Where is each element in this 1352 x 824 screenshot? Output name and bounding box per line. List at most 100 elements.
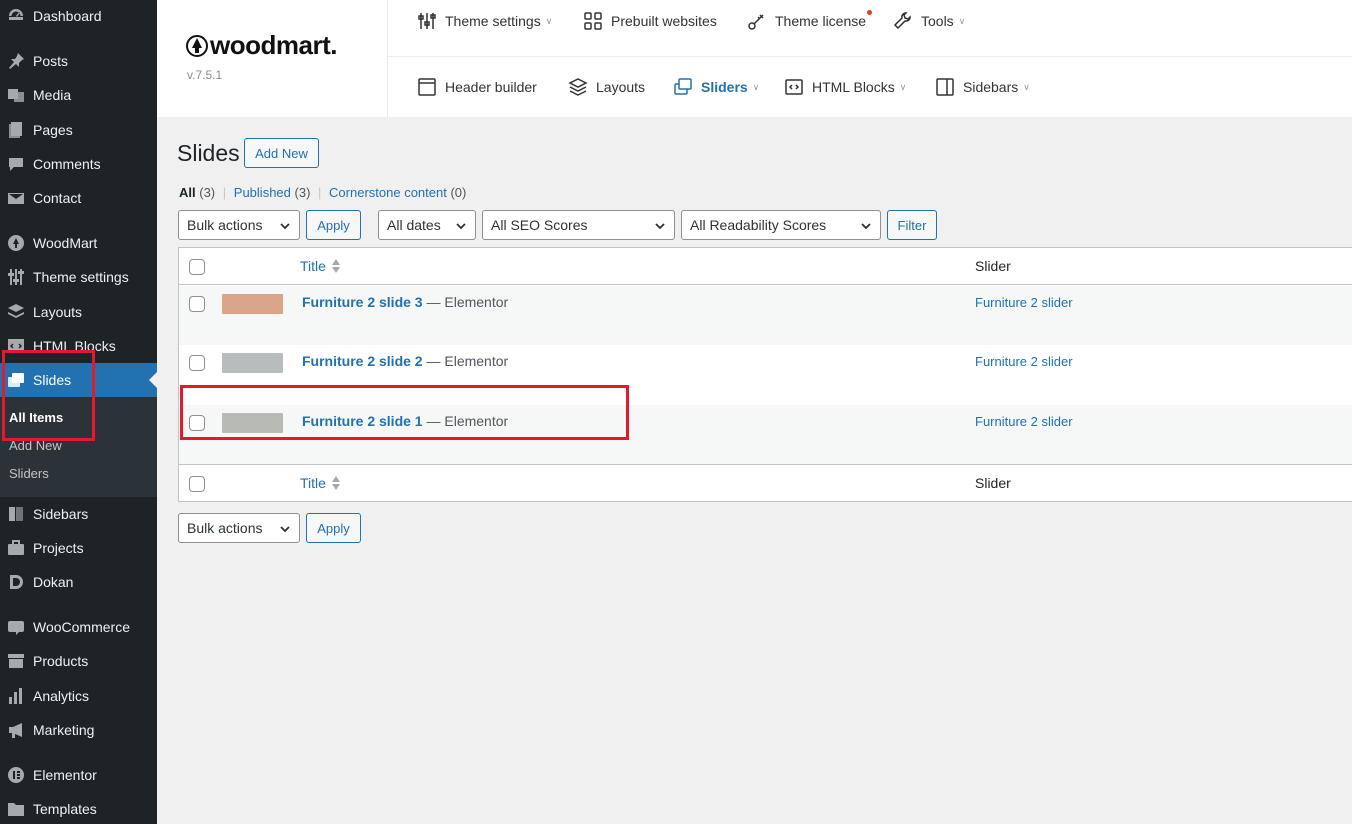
sidebar-item-label: Comments	[33, 156, 101, 172]
sidebar-item-elementor[interactable]: Elementor	[0, 758, 157, 792]
select-all-checkbox[interactable]	[189, 259, 205, 275]
pages-icon	[6, 120, 26, 140]
sidebar-item-analytics[interactable]: Analytics	[0, 679, 157, 713]
submenu-item-add-new[interactable]: Add New	[9, 438, 62, 453]
dokan-icon	[6, 572, 26, 592]
admin-sidebar: Dashboard Posts Media Pages Comments Contact W…	[0, 0, 157, 824]
megaphone-icon	[6, 720, 26, 740]
sort-icon	[331, 259, 340, 273]
bulk-actions-select[interactable]: Bulk actions	[178, 210, 300, 240]
sidebar-item-label: Dashboard	[33, 8, 102, 24]
row-checkbox[interactable]	[189, 415, 205, 431]
filter-all-link[interactable]: All (3)	[179, 185, 215, 200]
woodmart-nav-label: HTML Blocks	[812, 79, 895, 95]
slides-icon	[6, 370, 26, 390]
title-column-footer[interactable]: Title	[300, 475, 341, 491]
sidebar-item-comments[interactable]: Comments	[0, 147, 157, 181]
slide-state: — Elementor	[422, 294, 509, 310]
chevron-down-icon: ∨	[899, 81, 907, 92]
woodmart-nav-theme-settings[interactable]: Theme settings ∨	[417, 9, 552, 33]
title-column-header[interactable]: Title	[300, 258, 341, 274]
filter-separator: |	[318, 185, 322, 200]
sort-icon	[331, 476, 340, 490]
slide-title-link[interactable]: Furniture 2 slide 2	[302, 353, 423, 369]
sidebar-item-label: Media	[33, 87, 72, 103]
select-all-checkbox-bottom[interactable]	[189, 476, 205, 492]
slide-slider-link[interactable]: Furniture 2 slider	[975, 354, 1073, 369]
submenu-item-sliders[interactable]: Sliders	[9, 466, 49, 481]
woodmart-nav-html-blocks[interactable]: HTML Blocks ∨	[784, 75, 906, 99]
sidebar-item-html-blocks[interactable]: HTML Blocks	[0, 329, 157, 363]
chevron-down-icon: ∨	[1023, 81, 1030, 92]
key-icon	[747, 11, 767, 31]
sidebar-item-projects[interactable]: Projects	[0, 531, 157, 565]
sidebar-item-woodmart[interactable]: WoodMart	[0, 226, 157, 260]
slide-thumbnail[interactable]	[222, 413, 283, 433]
table-header-row: Title Slider	[179, 248, 1352, 285]
slide-title-link[interactable]: Furniture 2 slide 3	[302, 294, 423, 310]
woodmart-nav-layouts[interactable]: Layouts	[568, 75, 645, 99]
row-checkbox[interactable]	[189, 355, 205, 371]
sidebar-item-media[interactable]: Media	[0, 78, 157, 112]
sidebar-item-posts[interactable]: Posts	[0, 44, 157, 78]
filter-cornerstone-link[interactable]: Cornerstone content (0)	[329, 185, 466, 200]
table-footer-row: Title Slider	[179, 464, 1352, 501]
slide-slider-link[interactable]: Furniture 2 slider	[975, 295, 1073, 310]
header-icon	[417, 77, 437, 97]
apply-button-bottom[interactable]: Apply	[306, 513, 361, 543]
sidebar-item-dashboard[interactable]: Dashboard	[0, 0, 157, 33]
sidebar-item-dokan[interactable]: Dokan	[0, 565, 157, 599]
sidebar-item-theme-settings[interactable]: Theme settings	[0, 260, 157, 294]
woodmart-nav-sliders[interactable]: Sliders ∨	[673, 75, 759, 99]
sidebar-item-marketing[interactable]: Marketing	[0, 713, 157, 747]
submenu-item-all-items[interactable]: All Items	[9, 410, 63, 425]
woodmart-nav-theme-license[interactable]: Theme license	[747, 9, 873, 33]
slide-title-link[interactable]: Furniture 2 slide 1	[302, 413, 423, 429]
woodmart-nav-tools[interactable]: Tools ∨	[893, 9, 965, 33]
briefcase-icon	[6, 538, 26, 558]
comment-icon	[6, 154, 26, 174]
table-row: Furniture 2 slide 2 — Elementor Furniture…	[179, 345, 1352, 404]
readability-scores-select[interactable]: All Readability Scores	[681, 210, 881, 240]
seo-scores-select[interactable]: All SEO Scores	[482, 210, 675, 240]
add-new-button[interactable]: Add New	[244, 138, 319, 168]
filter-published-link[interactable]: Published (3)	[234, 185, 311, 200]
sidebar-item-slides[interactable]: Slides	[0, 363, 157, 397]
woodmart-nav-label: Sidebars	[963, 79, 1019, 95]
sidebar-item-products[interactable]: Products	[0, 644, 157, 678]
slide-title: Furniture 2 slide 2 — Elementor	[302, 353, 508, 369]
dates-select[interactable]: All dates	[378, 210, 476, 240]
chevron-down-icon	[455, 219, 467, 231]
woodmart-logo[interactable]: woodmart.	[186, 30, 337, 61]
sidebar-item-sidebars[interactable]: Sidebars	[0, 497, 157, 531]
filter-button[interactable]: Filter	[887, 210, 937, 240]
slide-thumbnail[interactable]	[222, 353, 283, 373]
sidebar-item-pages[interactable]: Pages	[0, 113, 157, 147]
sidebar-item-label: Products	[33, 653, 89, 669]
woodmart-nav-label: Theme license	[775, 13, 867, 29]
code-icon	[784, 77, 804, 97]
sidebar-item-layouts[interactable]: Layouts	[0, 295, 157, 329]
page-title: Slides	[177, 140, 240, 166]
sidebar-item-woocommerce[interactable]: WooCommerce	[0, 610, 157, 644]
sidebar-item-label: Analytics	[33, 688, 90, 704]
row-checkbox[interactable]	[189, 296, 205, 312]
woodmart-nav-label: Sliders	[701, 79, 748, 95]
grid-icon	[583, 11, 603, 31]
slides-table: Title Slider Furniture 2 slide 3 — Eleme…	[178, 247, 1352, 502]
woodmart-nav-prebuilt-websites[interactable]: Prebuilt websites	[583, 9, 717, 33]
sidebar-item-templates[interactable]: Templates	[0, 792, 157, 824]
apply-button-top[interactable]: Apply	[306, 210, 361, 240]
woodmart-header: woodmart. v.7.5.1 Theme settings ∨ Prebuil…	[157, 0, 1352, 117]
slide-slider-link[interactable]: Furniture 2 slider	[975, 414, 1073, 429]
woodmart-nav-sidebars[interactable]: Sidebars ∨	[935, 75, 1030, 99]
tree-icon	[186, 34, 208, 57]
slide-thumbnail[interactable]	[222, 294, 283, 314]
sidebar-item-label: Marketing	[33, 722, 95, 738]
slides-submenu: All Items Add New Sliders	[0, 397, 157, 497]
chevron-down-icon: ∨	[752, 81, 760, 92]
woodmart-nav-header-builder[interactable]: Header builder	[417, 75, 537, 99]
bulk-actions-select-bottom[interactable]: Bulk actions	[178, 513, 300, 543]
sidebar-item-contact[interactable]: Contact	[0, 181, 157, 215]
sidebar-item-label: HTML Blocks	[33, 338, 116, 354]
